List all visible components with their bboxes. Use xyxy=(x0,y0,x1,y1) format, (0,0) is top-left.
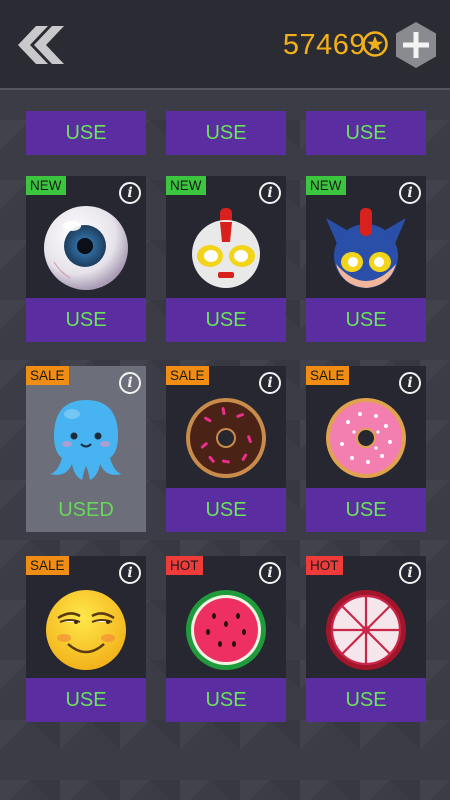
hot-badge: HOT xyxy=(166,556,203,575)
info-icon[interactable]: i xyxy=(259,562,281,584)
use-button[interactable]: USE xyxy=(166,488,286,532)
back-button[interactable] xyxy=(14,24,66,66)
smug-smiley-skin-icon xyxy=(46,590,126,670)
add-coins-button[interactable] xyxy=(394,20,438,70)
top-bar: 57469 xyxy=(0,0,450,90)
info-icon[interactable]: i xyxy=(119,562,141,584)
star-coin-icon xyxy=(362,31,388,57)
used-button[interactable]: USED xyxy=(26,488,146,532)
sale-badge: SALE xyxy=(26,366,69,385)
chocolate-donut-skin-icon xyxy=(186,398,266,478)
info-icon[interactable]: i xyxy=(259,182,281,204)
use-button[interactable]: USE xyxy=(166,298,286,342)
ultraman-skin-icon xyxy=(192,208,260,288)
new-badge: NEW xyxy=(26,176,66,195)
skin-card[interactable]: SALE i xyxy=(166,366,286,488)
skin-card[interactable]: HOT i xyxy=(166,556,286,678)
use-button[interactable]: USE xyxy=(306,298,426,342)
info-icon[interactable]: i xyxy=(399,562,421,584)
use-button[interactable]: USE xyxy=(306,678,426,722)
info-icon[interactable]: i xyxy=(119,182,141,204)
hot-badge: HOT xyxy=(306,556,343,575)
use-button[interactable]: USE xyxy=(306,488,426,532)
plus-hexagon-icon xyxy=(396,22,436,68)
sale-badge: SALE xyxy=(166,366,209,385)
sale-badge: SALE xyxy=(306,366,349,385)
pink-donut-skin-icon xyxy=(326,398,406,478)
eyeball-skin-icon xyxy=(44,206,128,290)
use-button[interactable]: USE xyxy=(26,298,146,342)
new-badge: NEW xyxy=(306,176,346,195)
skin-card[interactable]: NEW i xyxy=(166,176,286,298)
sale-badge: SALE xyxy=(26,556,69,575)
use-button[interactable]: USE xyxy=(26,111,146,155)
info-icon[interactable]: i xyxy=(259,372,281,394)
coin-balance: 57469 xyxy=(282,29,366,61)
use-button[interactable]: USE xyxy=(166,111,286,155)
skin-card[interactable]: SALE i xyxy=(306,366,426,488)
double-chevron-left-icon xyxy=(18,26,64,64)
new-badge: NEW xyxy=(166,176,206,195)
skin-card[interactable]: SALE i xyxy=(26,556,146,678)
info-icon[interactable]: i xyxy=(399,372,421,394)
skin-card[interactable]: NEW i xyxy=(306,176,426,298)
skin-card-selected[interactable]: SALE i xyxy=(26,366,146,488)
info-icon[interactable]: i xyxy=(399,182,421,204)
skin-card[interactable]: HOT i xyxy=(306,556,426,678)
use-button[interactable]: USE xyxy=(26,678,146,722)
citrus-slice-skin-icon xyxy=(326,590,406,670)
watermelon-skin-icon xyxy=(186,590,266,670)
skin-card[interactable]: NEW i xyxy=(26,176,146,298)
info-icon[interactable]: i xyxy=(119,372,141,394)
use-button[interactable]: USE xyxy=(166,678,286,722)
blue-hero-skin-icon xyxy=(326,208,406,288)
octopus-skin-icon xyxy=(50,400,122,480)
use-button[interactable]: USE xyxy=(306,111,426,155)
